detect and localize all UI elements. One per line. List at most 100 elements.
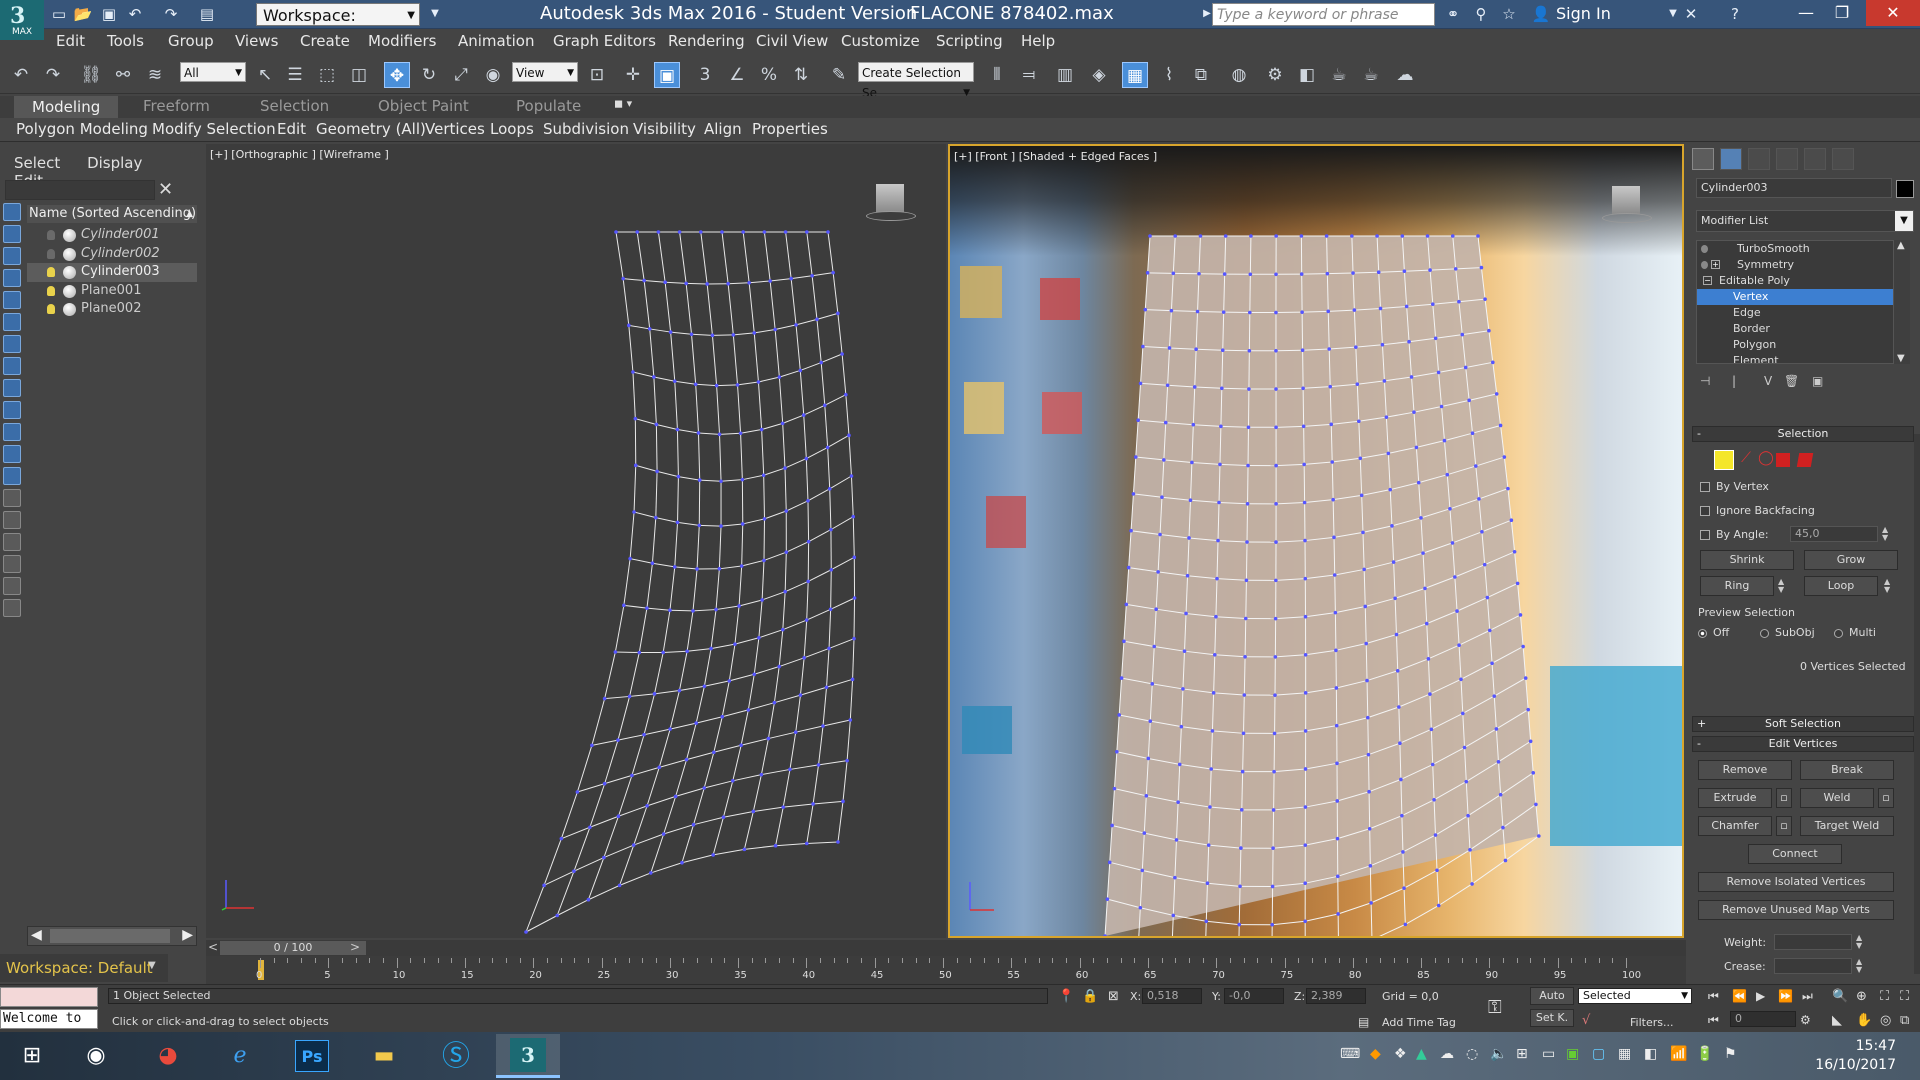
app-logo-button[interactable]: MAX: [0, 0, 44, 40]
mesh-vertex[interactable]: [1361, 530, 1365, 535]
list-item[interactable]: Plane002: [27, 300, 197, 319]
mesh-vertex[interactable]: [668, 330, 673, 334]
mesh-vertex[interactable]: [648, 871, 653, 875]
mesh-vertex[interactable]: [829, 567, 834, 572]
render-setup-icon[interactable]: ⚙: [1262, 62, 1288, 88]
mirror-icon[interactable]: ⫴: [984, 62, 1010, 88]
open-file-icon[interactable]: 📂: [72, 4, 94, 24]
mesh-vertex[interactable]: [1404, 304, 1409, 309]
configure-modifier-sets-icon[interactable]: ▣: [1812, 374, 1823, 388]
mesh-vertex[interactable]: [1217, 500, 1221, 505]
explorer-search-input[interactable]: [5, 180, 155, 200]
select-and-rotate-icon[interactable]: ↻: [416, 62, 442, 88]
project-folder-icon[interactable]: ▤: [196, 4, 218, 24]
modify-tab-icon[interactable]: [1720, 148, 1742, 170]
key-filter-curve-icon[interactable]: √: [1582, 1013, 1590, 1028]
explorer-menu-display[interactable]: Display: [87, 154, 142, 172]
mesh-vertex[interactable]: [1375, 234, 1379, 238]
mesh-vertex[interactable]: [1369, 901, 1373, 905]
mesh-vertex[interactable]: [1245, 501, 1250, 506]
network-icon[interactable]: ◌: [1466, 1046, 1478, 1062]
mesh-vertex[interactable]: [761, 473, 766, 478]
viewcube-face[interactable]: [876, 184, 904, 212]
angle-spinner[interactable]: 45,0: [1790, 526, 1878, 542]
mesh-vertex[interactable]: [1435, 868, 1439, 873]
mesh-vertex[interactable]: [1219, 424, 1223, 429]
mesh-vertex[interactable]: [1466, 813, 1470, 818]
battery-icon[interactable]: 🔋: [1696, 1046, 1713, 1062]
mesh-vertex[interactable]: [1105, 897, 1110, 901]
stack-item-symmetry[interactable]: + Symmetry: [1697, 257, 1909, 273]
mesh-vertex[interactable]: [613, 650, 618, 654]
list-item[interactable]: Cylinder002: [27, 245, 197, 264]
sync-selection-icon[interactable]: [3, 599, 21, 617]
mesh-vertex[interactable]: [684, 281, 688, 286]
mesh-vertex[interactable]: [1247, 387, 1251, 391]
mesh-vertex[interactable]: [845, 758, 849, 763]
tray-apps-icon[interactable]: ▦: [1618, 1046, 1631, 1062]
mesh-vertex[interactable]: [1248, 272, 1253, 277]
mesh-vertex[interactable]: [1428, 268, 1432, 272]
mesh-vertex[interactable]: [730, 779, 735, 783]
ignore-backfacing-checkbox[interactable]: Ignore Backfacing: [1700, 504, 1815, 517]
mesh-vertex[interactable]: [773, 843, 778, 848]
mesh-vertex[interactable]: [783, 589, 787, 594]
mesh-vertex[interactable]: [1303, 881, 1307, 885]
mesh-vertex[interactable]: [794, 323, 798, 327]
mesh-vertex[interactable]: [1335, 799, 1340, 803]
mesh-vertex[interactable]: [1303, 576, 1308, 581]
mesh-vertex[interactable]: [1428, 692, 1432, 696]
mesh-vertex[interactable]: [1119, 676, 1124, 680]
mesh-vertex[interactable]: [1220, 386, 1224, 391]
mesh-vertex[interactable]: [805, 230, 809, 234]
viewcube-ring[interactable]: [866, 211, 916, 221]
mesh-vertex[interactable]: [661, 832, 666, 836]
mesh-vertex[interactable]: [1245, 540, 1249, 544]
time-tag-icon[interactable]: ▤: [1358, 1015, 1369, 1029]
file-explorer-icon[interactable]: ▬: [352, 1034, 416, 1078]
mesh-vertex[interactable]: [1453, 267, 1458, 271]
spinner-arrows-icon[interactable]: ▲ ▼: [1882, 526, 1888, 542]
mesh-vertex[interactable]: [737, 604, 741, 608]
mesh-vertex[interactable]: [1462, 745, 1467, 750]
mesh-vertex[interactable]: [1300, 348, 1305, 353]
mesh-vertex[interactable]: [1436, 370, 1441, 375]
mesh-vertex[interactable]: [1112, 786, 1117, 791]
display-all-icon[interactable]: [3, 489, 21, 507]
mesh-vertex[interactable]: [1303, 767, 1308, 771]
mesh-vertex[interactable]: [1182, 649, 1187, 653]
mesh-vertex[interactable]: [757, 635, 761, 640]
mesh-vertex[interactable]: [559, 836, 564, 841]
mesh-vertex[interactable]: [1222, 272, 1227, 276]
mesh-vertex[interactable]: [1179, 724, 1184, 729]
mesh-vertex[interactable]: [1185, 573, 1190, 578]
mesh-vertex[interactable]: [1487, 628, 1492, 633]
mesh-vertex[interactable]: [1274, 578, 1278, 583]
mesh-vertex[interactable]: [1129, 528, 1133, 533]
close-button[interactable]: ✕: [1866, 0, 1920, 26]
go-to-start-icon[interactable]: ⏮: [1708, 989, 1719, 1004]
viewport-label[interactable]: [+] [Orthographic ] [Wireframe ]: [210, 148, 389, 161]
mesh-vertex[interactable]: [1328, 384, 1333, 389]
mesh-vertex[interactable]: [1303, 538, 1307, 543]
mesh-vertex[interactable]: [637, 650, 642, 655]
mesh-vertex[interactable]: [1247, 348, 1252, 353]
mesh-vertex[interactable]: [1325, 271, 1330, 276]
mesh-vertex[interactable]: [1274, 540, 1278, 544]
list-item[interactable]: Cylinder003: [27, 263, 197, 282]
mesh-vertex[interactable]: [821, 724, 825, 728]
mesh-vertex[interactable]: [1400, 813, 1404, 818]
extrude-button[interactable]: Extrude: [1698, 788, 1772, 808]
grow-button[interactable]: Grow: [1804, 550, 1898, 570]
mesh-vertex[interactable]: [1416, 480, 1421, 485]
mesh-vertex[interactable]: [1223, 234, 1228, 238]
mesh-vertex[interactable]: [542, 883, 546, 888]
hide-toggle-icon[interactable]: [47, 267, 55, 277]
mesh-vertex[interactable]: [1220, 348, 1225, 353]
mesh-vertex[interactable]: [1430, 302, 1435, 307]
remove-button[interactable]: Remove: [1698, 760, 1792, 780]
mesh-vertex[interactable]: [680, 860, 684, 865]
mesh-vertex[interactable]: [1303, 614, 1308, 619]
preview-subobj-radio[interactable]: SubObj: [1760, 626, 1815, 639]
zoom-extents-all-icon[interactable]: ⛶: [1900, 989, 1909, 1004]
